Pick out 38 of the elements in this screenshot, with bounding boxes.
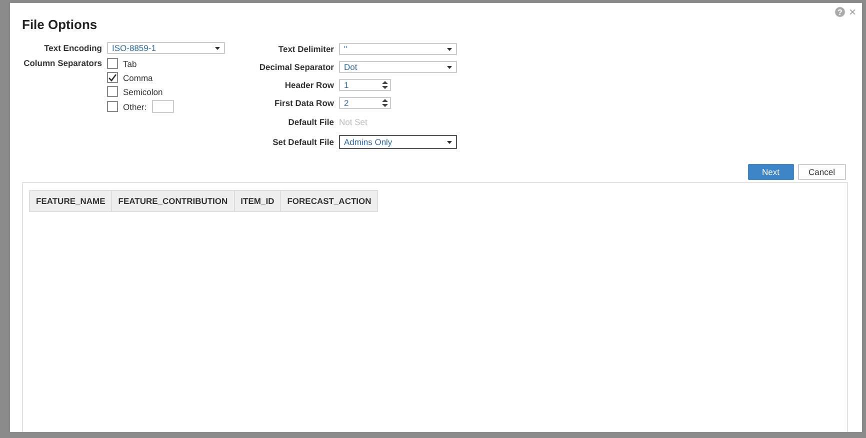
checkbox[interactable]	[107, 58, 118, 69]
checkbox-label: Comma	[123, 72, 153, 82]
field-label: Decimal Separator	[258, 62, 334, 72]
dropdown[interactable]: Dot	[339, 61, 457, 73]
caret-icon	[215, 46, 220, 50]
other-input-field[interactable]	[152, 100, 174, 113]
field-label: Text Encoding	[43, 43, 102, 53]
checkbox-label: Tab	[123, 58, 137, 68]
column-header: FORECAST_ACTION	[286, 195, 372, 208]
dropdown[interactable]: "	[339, 43, 457, 55]
caret-icon	[447, 66, 452, 68]
default-file-value: Not Set	[339, 117, 368, 127]
text-encoding-dropdown[interactable]: ISO-8859-1	[107, 42, 225, 54]
checkbox[interactable]	[107, 86, 118, 97]
number-spinner[interactable]: 2	[339, 97, 391, 109]
caret-icon	[447, 48, 452, 50]
field-label: Header Row	[284, 80, 334, 90]
dialog-button[interactable]: Next	[748, 164, 794, 180]
column-header: ITEM_ID	[234, 191, 282, 211]
checkbox[interactable]	[107, 101, 118, 112]
dropdown[interactable]: Admins Only	[339, 135, 457, 149]
field-label: Text Delimiter	[277, 44, 334, 54]
close-icon[interactable]: ×	[848, 7, 856, 17]
field-label: Column Separators	[22, 58, 102, 68]
stepper-arrows-icon[interactable]	[382, 80, 388, 90]
column-header: FEATURE_NAME	[30, 191, 112, 211]
field-label: First Data Row	[273, 98, 334, 108]
dialog-button[interactable]: Cancel	[798, 164, 846, 180]
checkbox[interactable]	[107, 72, 118, 83]
checkbox-label: Other:	[123, 102, 147, 112]
dialog-title: File Options	[22, 17, 98, 32]
field-label: Set Default File	[272, 137, 334, 147]
field-label: Default File	[287, 117, 334, 127]
stepper-arrows-icon[interactable]	[382, 98, 388, 108]
caret-icon	[447, 140, 452, 144]
checkbox-label: Semicolon	[123, 86, 163, 96]
number-spinner[interactable]: 1	[339, 79, 391, 91]
column-header: FEATURE_CONTRIBUTION	[112, 191, 235, 211]
